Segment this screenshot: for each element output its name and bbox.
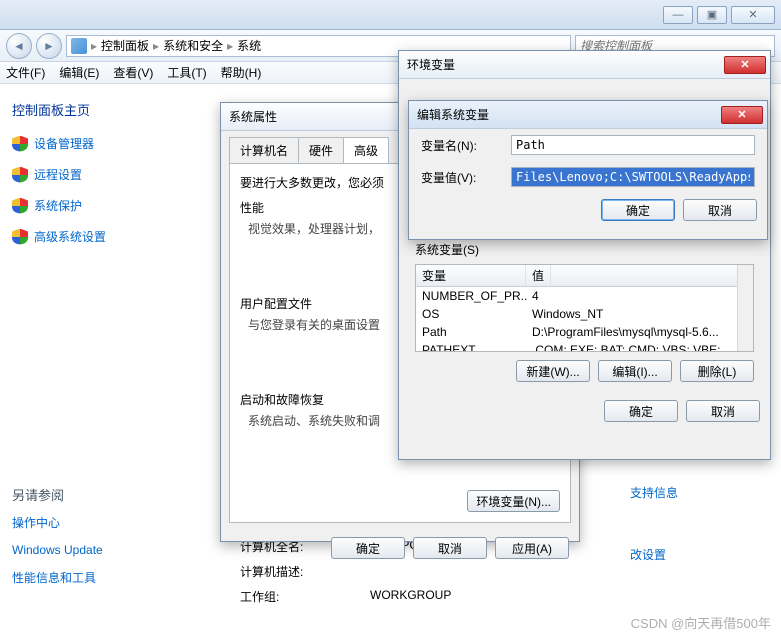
table-row[interactable]: OSWindows_NT [416,305,753,323]
menu-file[interactable]: 文件(F) [6,64,45,81]
table-row[interactable]: NUMBER_OF_PR..4 [416,287,753,305]
sidebar: 控制面板主页 设备管理器 远程设置 系统保护 高级系统设置 另请参阅 操作中心 … [0,84,200,638]
shield-icon [12,229,28,245]
minimize-button[interactable]: — [663,6,693,24]
menu-help[interactable]: 帮助(H) [221,64,262,81]
menu-view[interactable]: 查看(V) [113,64,153,81]
dialog-titlebar[interactable]: 环境变量 ✕ [399,51,770,79]
breadcrumb-item[interactable]: 系统 [237,37,261,54]
dialog-titlebar[interactable]: 编辑系统变量 ✕ [409,101,767,129]
dialog-title: 系统属性 [229,108,277,125]
menu-edit[interactable]: 编辑(E) [59,64,99,81]
cancel-button[interactable]: 取消 [686,400,760,422]
window-titlebar: — ▣ ✕ [0,0,781,30]
var-name-input[interactable] [511,135,755,155]
close-icon[interactable]: ✕ [721,106,763,124]
support-info-link[interactable]: 支持信息 [630,484,678,501]
edit-var-button[interactable]: 编辑(I)... [598,360,672,382]
apply-button[interactable]: 应用(A) [495,537,569,559]
info-value: WORKGROUP [370,588,451,605]
back-button[interactable]: ◄ [6,33,32,59]
env-var-button[interactable]: 环境变量(N)... [467,490,560,512]
breadcrumb-item[interactable]: 控制面板 [101,37,149,54]
chevron-right-icon: ▸ [153,39,159,53]
tab-hardware[interactable]: 硬件 [298,137,344,163]
info-label: 计算机描述: [240,563,370,580]
var-value-label: 变量值(V): [421,169,501,186]
maximize-button[interactable]: ▣ [697,6,727,24]
scrollbar[interactable] [737,265,753,351]
col-value[interactable]: 值 [526,265,551,286]
change-settings-link[interactable]: 改设置 [630,546,666,563]
shield-icon [12,198,28,214]
edit-variable-dialog: 编辑系统变量 ✕ 变量名(N): 变量值(V): 确定 取消 [408,100,768,240]
shield-icon [12,136,28,152]
table-row[interactable]: PathD:\ProgramFiles\mysql\mysql-5.6... [416,323,753,341]
watermark: CSDN @向天再借500年 [631,613,771,632]
var-value-input[interactable] [511,167,755,187]
see-also-action-center[interactable]: 操作中心 [12,514,188,531]
sidebar-home-link[interactable]: 控制面板主页 [12,100,188,119]
see-also-heading: 另请参阅 [12,485,188,504]
dialog-title: 环境变量 [407,56,455,73]
sys-var-table[interactable]: 变量 值 NUMBER_OF_PR..4 OSWindows_NT PathD:… [415,264,754,352]
ok-button[interactable]: 确定 [601,199,675,221]
ok-button[interactable]: 确定 [604,400,678,422]
delete-var-button[interactable]: 删除(L) [680,360,754,382]
tab-advanced[interactable]: 高级 [343,137,389,163]
var-name-label: 变量名(N): [421,137,501,154]
dialog-title: 编辑系统变量 [417,106,489,123]
breadcrumb-item[interactable]: 系统和安全 [163,37,223,54]
menu-tools[interactable]: 工具(T) [167,64,206,81]
sys-var-label: 系统变量(S) [415,241,762,258]
col-variable[interactable]: 变量 [416,265,526,286]
see-also-performance[interactable]: 性能信息和工具 [12,569,188,586]
shield-icon [12,167,28,183]
table-row[interactable]: PATHEXT.COM;.EXE;.BAT;.CMD;.VBS;.VBE;. [416,341,753,352]
sidebar-item-advanced[interactable]: 高级系统设置 [12,228,188,245]
tab-computer-name[interactable]: 计算机名 [229,137,299,163]
sidebar-item-device-manager[interactable]: 设备管理器 [12,135,188,152]
chevron-right-icon: ▸ [227,39,233,53]
close-button[interactable]: ✕ [731,6,775,24]
cancel-button[interactable]: 取消 [413,537,487,559]
see-also-windows-update[interactable]: Windows Update [12,543,188,557]
info-label: 工作组: [240,588,370,605]
new-var-button[interactable]: 新建(W)... [516,360,590,382]
control-panel-icon [71,38,87,54]
sidebar-item-remote[interactable]: 远程设置 [12,166,188,183]
cancel-button[interactable]: 取消 [683,199,757,221]
ok-button[interactable]: 确定 [331,537,405,559]
close-icon[interactable]: ✕ [724,56,766,74]
sidebar-item-protection[interactable]: 系统保护 [12,197,188,214]
chevron-right-icon: ▸ [91,39,97,53]
forward-button[interactable]: ► [36,33,62,59]
